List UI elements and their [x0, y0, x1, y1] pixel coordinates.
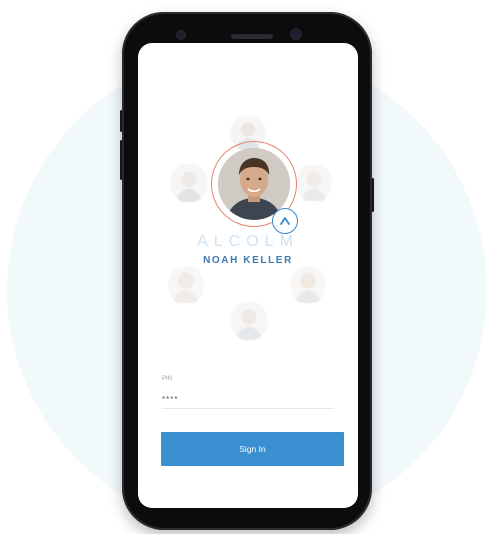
- user-name: NOAH KELLER: [203, 255, 293, 266]
- app-screen: ALCOLM NOAH KELLER PIN **** Sign In: [138, 43, 358, 508]
- contact-avatar: [230, 301, 268, 341]
- pin-input[interactable]: ****: [162, 395, 178, 404]
- brand-logo: ALCOLM: [197, 233, 299, 250]
- contact-avatar: [170, 163, 208, 203]
- sign-in-button[interactable]: Sign In: [161, 432, 344, 466]
- sensor-icon: [292, 30, 300, 38]
- front-camera-icon: [178, 32, 184, 38]
- chevron-up-icon: [272, 208, 298, 234]
- contact-avatar: [168, 265, 204, 305]
- pin-label: PIN: [162, 376, 173, 382]
- contact-avatar: [296, 163, 332, 203]
- phone-speaker: [231, 34, 273, 39]
- pin-underline: [162, 408, 334, 409]
- contact-avatar: [290, 265, 326, 305]
